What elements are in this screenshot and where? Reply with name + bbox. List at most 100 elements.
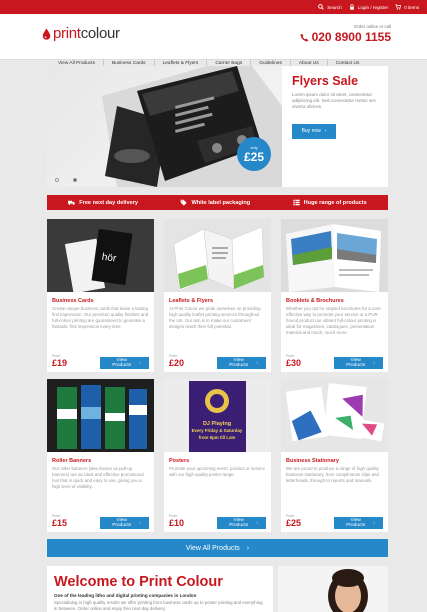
- search-link[interactable]: Search: [318, 4, 342, 10]
- view-products-button[interactable]: View Products ›: [334, 357, 383, 369]
- product-price: £25: [286, 518, 302, 528]
- product-price: £20: [169, 358, 185, 368]
- phone-icon: [300, 33, 308, 41]
- product-title: Business Cards: [52, 298, 94, 304]
- product-description: Whether you opt for stapled brochures fo…: [286, 306, 382, 335]
- chevron-right-icon: ›: [256, 360, 258, 366]
- booklets-illustration: [286, 224, 381, 292]
- poster-illustration: DJ Playing Every Friday & Saturday from …: [189, 381, 246, 452]
- price-badge: only £25: [237, 137, 271, 171]
- hero-text: Flyers Sale Lorem ipsum dolor sit amet, …: [292, 74, 382, 139]
- view-products-label: View Products: [346, 518, 366, 528]
- phone-number[interactable]: 020 8900 1155: [300, 30, 391, 44]
- product-price: £10: [169, 518, 185, 528]
- site-logo[interactable]: print colour: [42, 25, 120, 42]
- chevron-right-icon: ›: [373, 360, 375, 366]
- badge-price: £25: [243, 149, 265, 164]
- view-products-button[interactable]: View Products ›: [217, 517, 266, 529]
- product-title: Posters: [169, 458, 190, 464]
- order-text: Order online or call: [353, 24, 391, 29]
- cart-icon: [395, 4, 402, 10]
- product-description: We are proud to produce a range of high …: [286, 466, 379, 483]
- ink-drop-icon: [42, 28, 51, 40]
- welcome-text: Specialising in high quality results we …: [54, 600, 263, 611]
- cart-label: 0 items: [404, 4, 419, 10]
- chevron-right-icon: ›: [324, 128, 327, 134]
- product-title: Business Stationary: [286, 458, 339, 464]
- logo-text-colour: colour: [80, 25, 120, 42]
- feature-range: Huge range of products: [292, 199, 367, 206]
- view-products-button[interactable]: View Products ›: [334, 517, 383, 529]
- product-title: Roller Banners: [52, 458, 92, 464]
- leaflets-illustration: [173, 226, 265, 292]
- view-products-label: View Products: [229, 358, 249, 368]
- chevron-right-icon: ›: [246, 544, 250, 552]
- product-description: Promote your upcoming event, product or …: [169, 466, 265, 477]
- view-products-button[interactable]: View Products ›: [100, 517, 149, 529]
- tag-icon: [181, 199, 188, 206]
- staff-photo: [278, 566, 388, 612]
- site-header: print colour Order online or call 020 890…: [0, 14, 427, 68]
- chevron-right-icon: ›: [139, 520, 141, 526]
- slider-dot[interactable]: [55, 178, 59, 182]
- view-products-button[interactable]: View Products ›: [100, 357, 149, 369]
- product-description: Our roller banners (also known as pull-u…: [52, 466, 144, 489]
- view-products-label: View Products: [346, 358, 366, 368]
- slider-dots: [55, 178, 77, 182]
- feature-label: Huge range of products: [303, 199, 367, 206]
- product-price: £30: [286, 358, 302, 368]
- product-card-leaflets-flyers[interactable]: Leaflets & Flyers At Print Colour we pri…: [164, 219, 271, 372]
- view-all-products-button[interactable]: View All Products ›: [47, 539, 388, 557]
- welcome-section: Welcome to Print Colour One of the leadi…: [47, 566, 273, 612]
- business-cards-illustration: hör: [64, 228, 133, 292]
- stationary-illustration: [285, 383, 385, 442]
- lock-icon: [349, 4, 354, 10]
- slider-dot-active[interactable]: [73, 178, 77, 182]
- product-title: Booklets & Brochures: [286, 298, 344, 304]
- business-cards-image: hör: [47, 219, 154, 292]
- login-label: Login / register: [357, 4, 389, 10]
- view-products-button[interactable]: View Products ›: [217, 357, 266, 369]
- feature-label: Free next day delivery: [79, 199, 138, 206]
- list-icon: [292, 199, 300, 206]
- product-card-business-stationary[interactable]: Business Stationary We are proud to prod…: [281, 379, 388, 532]
- product-title: Leaflets & Flyers: [169, 298, 214, 304]
- poster-line1: DJ Playing: [203, 421, 231, 427]
- buy-now-button[interactable]: Buy now ›: [292, 123, 336, 139]
- booklets-image: [281, 219, 388, 292]
- svg-text:hör: hör: [101, 252, 118, 265]
- hero-title: Flyers Sale: [292, 74, 359, 88]
- roller-banners-image: [47, 379, 154, 452]
- cart-link[interactable]: 0 items: [395, 4, 419, 10]
- truck-icon: [68, 200, 76, 205]
- product-card-booklets-brochures[interactable]: Booklets & Brochures Whether you opt for…: [281, 219, 388, 372]
- view-products-label: View Products: [229, 518, 249, 528]
- view-products-label: View Products: [112, 518, 132, 528]
- login-link[interactable]: Login / register: [349, 4, 388, 10]
- chevron-right-icon: ›: [373, 520, 375, 526]
- top-bar: Search Login / register 0 items: [0, 0, 427, 14]
- product-price: £19: [52, 358, 68, 368]
- product-card-roller-banners[interactable]: Roller Banners Our roller banners (also …: [47, 379, 154, 532]
- feature-label: White label packaging: [191, 199, 251, 206]
- product-description: Create unique business cards that leave …: [52, 306, 149, 329]
- poster-line3: from 9pm till Late: [199, 435, 236, 440]
- view-all-label: View All Products: [185, 544, 240, 552]
- search-label: Search: [327, 4, 342, 10]
- chevron-right-icon: ›: [139, 360, 141, 366]
- product-price: £15: [52, 518, 68, 528]
- leaflets-image: [164, 219, 271, 292]
- hero-banner: only £25 Flyers Sale Lorem ipsum dolor s…: [47, 66, 388, 187]
- roller-banners-illustration: [57, 385, 147, 449]
- feature-delivery: Free next day delivery: [68, 199, 138, 206]
- product-card-business-cards[interactable]: hör Business Cards Create unique busines…: [47, 219, 154, 372]
- hero-description: Lorem ipsum dolor sit amet, consectetur …: [292, 92, 377, 109]
- chevron-right-icon: ›: [256, 520, 258, 526]
- product-description: At Print Colour we pride ourselves on pr…: [169, 306, 261, 329]
- posters-image: DJ Playing Every Friday & Saturday from …: [164, 379, 271, 452]
- person-illustration: [278, 566, 388, 612]
- poster-line2: Every Friday & Saturday: [192, 428, 243, 433]
- welcome-subtitle: One of the leading litho and digital pri…: [54, 593, 197, 598]
- product-card-posters[interactable]: DJ Playing Every Friday & Saturday from …: [164, 379, 271, 532]
- logo-text-print: print: [53, 25, 81, 42]
